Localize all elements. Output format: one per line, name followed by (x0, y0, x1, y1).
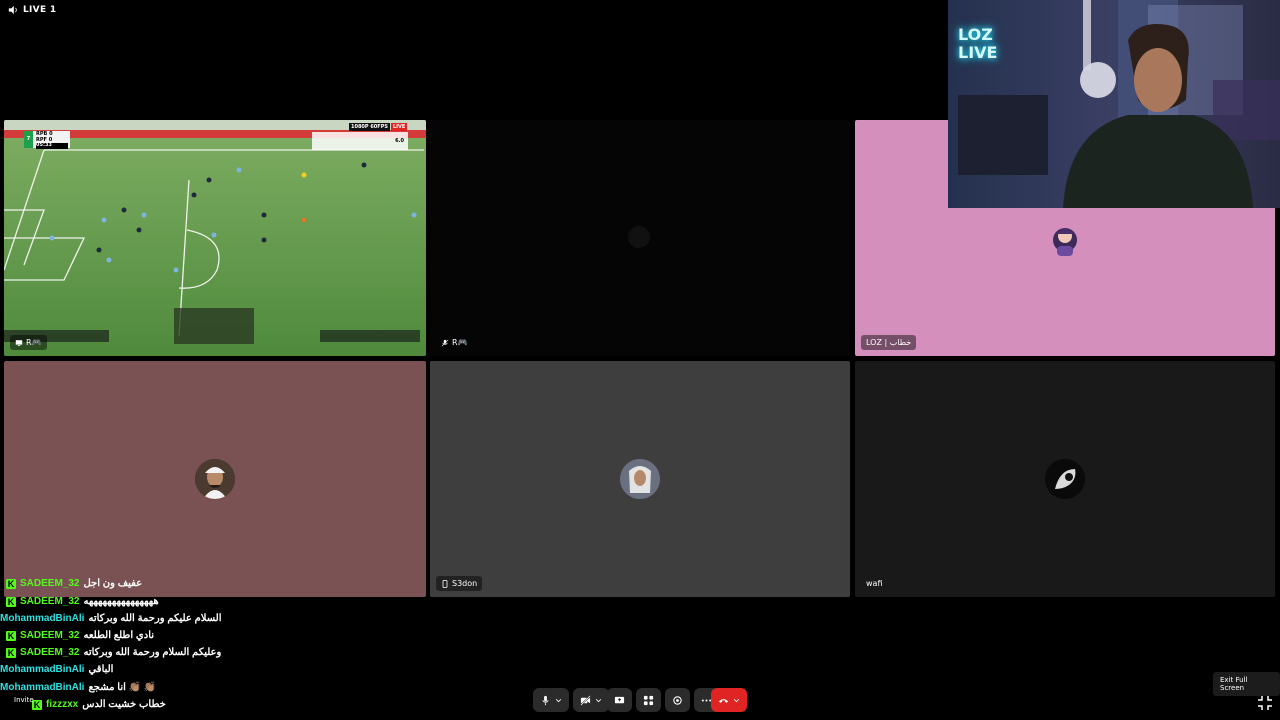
participant-avatar (1045, 459, 1085, 499)
avatar-image (1053, 228, 1077, 256)
chat-text: خطاب خشيت الدس (82, 699, 166, 710)
chat-text: انا مشجع 👏🏽 👏🏽 (88, 682, 157, 693)
call-controls (533, 688, 609, 712)
participant-name-tag: S3don (436, 576, 483, 591)
live-indicator: LIVE 1 (8, 5, 56, 15)
exit-fullscreen-icon[interactable] (1256, 694, 1274, 712)
participant-tile-dark[interactable]: R🎮 (430, 120, 850, 356)
chat-message: MohammadBinAli السلام عليكم ورحمة الله و… (0, 613, 222, 624)
avatar-image (1045, 459, 1085, 499)
stream-quality-badge: 1080P 60FPS LIVE (349, 123, 408, 131)
participant-tile-game[interactable]: 7 RPB 0 RPF 0 05:33 1080P 60FPS LIVE 6.0… (4, 120, 426, 356)
mic-muted-icon (441, 339, 449, 346)
end-call-group (711, 688, 747, 712)
chat-message: K fizzzxx خطاب خشيت الدس (32, 699, 166, 710)
invite-button[interactable]: Invite (14, 696, 34, 704)
screen-share-icon (614, 696, 625, 703)
effects-button[interactable] (665, 688, 690, 712)
camera-off-icon (580, 694, 591, 706)
avatar-image (620, 459, 660, 499)
chat-message: K SADEEM_32 عفيف ون اجل (6, 578, 142, 589)
participant-name: R🎮 (452, 338, 468, 347)
participant-tile-s3don[interactable]: S3don (430, 361, 850, 597)
chat-text: نادي اطلع الطلعه (83, 630, 155, 641)
end-call-button[interactable] (711, 688, 747, 712)
chat-message: K SADEEM_32 وعليكم السلام ورحمة الله وبر… (6, 647, 221, 658)
call-actions (607, 688, 719, 712)
chat-username: SADEEM_32 (20, 596, 80, 607)
phone-icon (442, 579, 448, 588)
speaker-icon (8, 5, 17, 15)
kick-badge: K (6, 647, 16, 658)
participant-name: wafi (866, 579, 883, 588)
rating-value: 6.0 (395, 138, 404, 144)
streamer-webcam: LOZ LIVE (948, 0, 1280, 208)
chevron-down-icon[interactable] (555, 697, 562, 704)
chat-username: MohammadBinAli (0, 682, 85, 693)
chat-text: السلام عليكم ورحمة الله وبركاته (88, 613, 222, 624)
participant-name: R🎮 (26, 338, 42, 347)
participant-name-tag: R🎮 (10, 335, 47, 350)
live-label: LIVE 1 (23, 5, 57, 15)
chat-message: K SADEEM_32 نادي اطلع الطلعه (6, 630, 154, 641)
participant-tile-rose[interactable] (4, 361, 426, 597)
dark-video (628, 226, 650, 248)
chat-message: MohammadBinAli الباقي (0, 664, 113, 675)
neon-sign: LOZ LIVE (958, 25, 998, 62)
chat-username: SADEEM_32 (20, 630, 80, 641)
kick-badge: K (6, 596, 16, 607)
microphone-icon (542, 695, 549, 705)
screen-share-icon (15, 339, 23, 346)
participant-tile-wafi[interactable]: wafi (855, 361, 1275, 597)
kick-badge: K (6, 578, 16, 589)
chat-text: الباقي (88, 664, 114, 675)
player-rating-panel: 6.0 (312, 132, 408, 150)
participant-avatar (620, 459, 660, 499)
effects-icon (673, 695, 682, 705)
chat-username: MohammadBinAli (0, 664, 85, 675)
chat-text: عفيف ون اجل (83, 578, 143, 589)
scoreboard: 7 RPB 0 RPF 0 05:33 (24, 131, 70, 149)
chat-text: وعليكم السلام ورحمة الله وبركاته (83, 647, 222, 658)
chat-message: K SADEEM_32 هههههههههههههههه (6, 596, 159, 607)
score-rank: 7 (24, 131, 33, 148)
participant-name-tag: R🎮 (436, 335, 473, 350)
hang-up-icon (718, 698, 729, 703)
kick-badge: K (6, 630, 16, 641)
chat-username: SADEEM_32 (20, 578, 80, 589)
match-time: 05:33 (36, 142, 68, 149)
chat-text: هههههههههههههههه (83, 596, 159, 607)
chevron-down-icon[interactable] (733, 697, 740, 704)
grid-icon (643, 695, 654, 705)
chat-username: MohammadBinAli (0, 613, 85, 624)
chevron-down-icon[interactable] (595, 697, 602, 704)
participant-name: S3don (452, 579, 478, 588)
chat-username: fizzzxx (46, 699, 79, 710)
participant-name-tag: LOZ | خطاب (861, 335, 917, 350)
game-screen (4, 120, 426, 356)
layout-button[interactable] (636, 688, 661, 712)
chat-username: SADEEM_32 (20, 647, 80, 658)
participant-avatar (1045, 218, 1085, 258)
participant-avatar (195, 459, 235, 499)
share-screen-button[interactable] (607, 688, 632, 712)
participant-name: LOZ | خطاب (866, 338, 912, 347)
avatar-image (195, 459, 235, 499)
camera-button[interactable] (573, 688, 609, 712)
microphone-button[interactable] (533, 688, 569, 712)
exit-fullscreen-tooltip: Exit Full Screen (1213, 672, 1280, 696)
chat-message: MohammadBinAli انا مشجع 👏🏽 👏🏽 (0, 682, 156, 693)
quality-badge: 1080P 60FPS (349, 123, 390, 131)
participant-name-tag: wafi (861, 576, 887, 591)
live-badge: LIVE (390, 123, 408, 131)
